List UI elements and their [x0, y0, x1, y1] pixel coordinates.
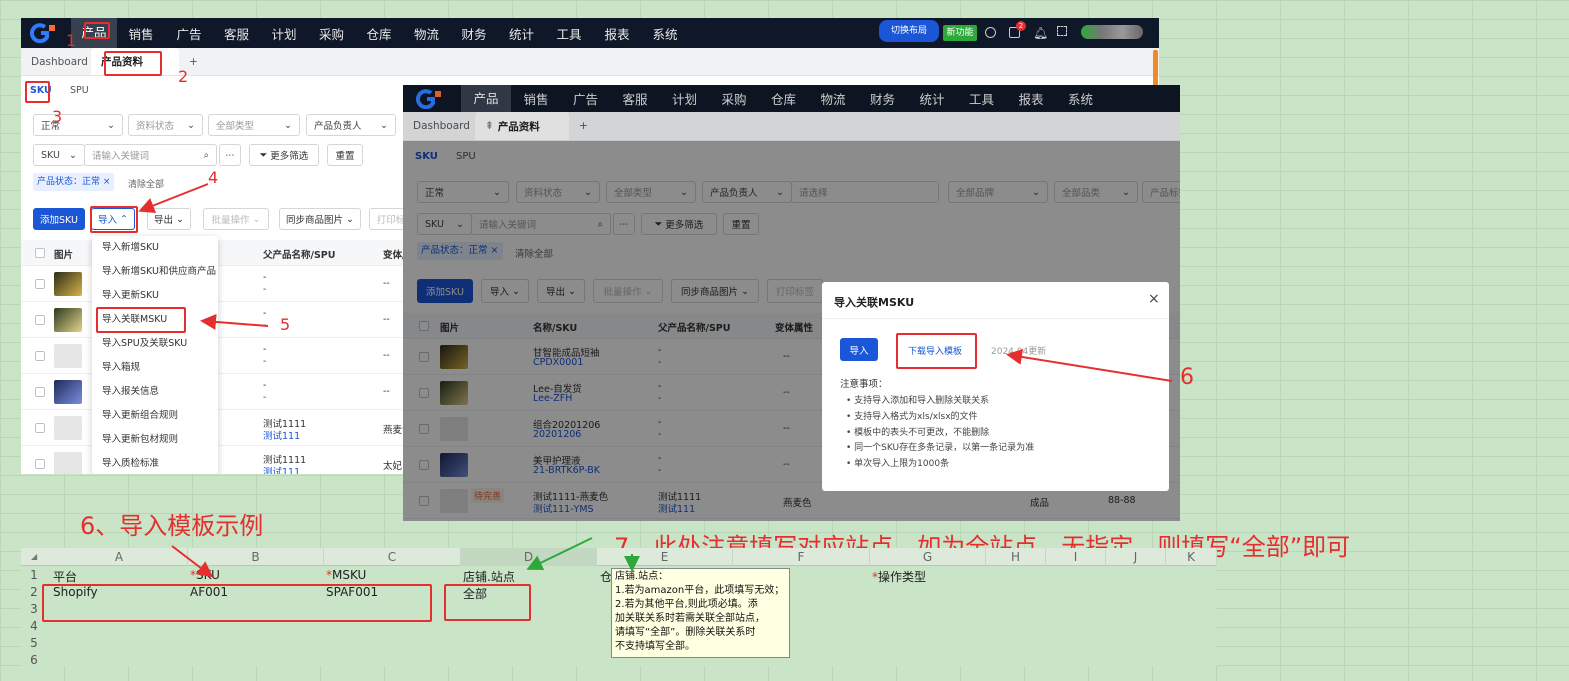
- arrow-5: [200, 313, 269, 330]
- arrow-note7: [526, 537, 593, 570]
- arrow-6: [1006, 349, 1173, 382]
- arrow-example: [171, 545, 214, 578]
- arrow-4: [138, 183, 209, 214]
- annotation-arrows: [138, 183, 1173, 578]
